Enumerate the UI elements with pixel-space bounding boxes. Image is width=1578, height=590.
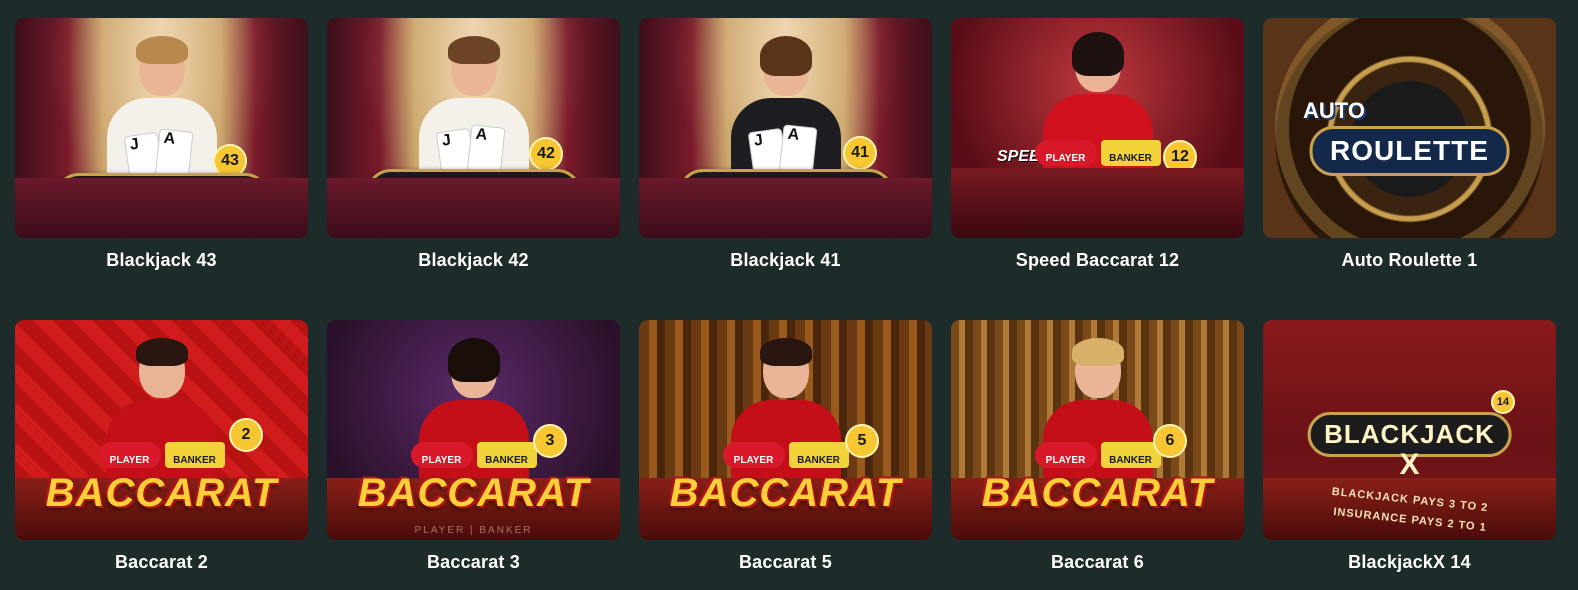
- player-banker-badges: PLAYER BANKER: [1034, 138, 1161, 168]
- table-number-badge: 5: [845, 424, 879, 458]
- game-thumbnail[interactable]: SPEED PLAYER BANKER 12 BACCARAT PLAYER |…: [951, 18, 1244, 238]
- player-banker-badges: PLAYER BANKER: [722, 440, 849, 470]
- game-thumbnail[interactable]: PLAYER BANKER 6 BACCARAT: [951, 320, 1244, 540]
- player-banker-badges: PLAYER BANKER: [1034, 440, 1161, 470]
- roulette-logo: ROULETTE: [1309, 126, 1510, 176]
- game-card-blackjack-41[interactable]: J A 41 BLACKJACK Blackjack 41: [639, 18, 932, 320]
- banker-badge: BANKER: [788, 442, 849, 468]
- banker-badge: BANKER: [164, 442, 225, 468]
- game-title[interactable]: Baccarat 3: [327, 552, 620, 573]
- banker-badge: BANKER: [1100, 140, 1161, 166]
- auto-label: AUTO: [1303, 98, 1365, 123]
- game-title[interactable]: Baccarat 5: [639, 552, 932, 573]
- player-badge: PLAYER: [410, 442, 473, 468]
- x-mark: X: [1399, 448, 1420, 481]
- game-title[interactable]: Blackjack 41: [639, 250, 932, 271]
- table-number-badge: 12: [1163, 140, 1197, 174]
- banker-badge: BANKER: [476, 442, 537, 468]
- table-number-badge: 6: [1153, 424, 1187, 458]
- player-badge: PLAYER: [1034, 140, 1097, 166]
- game-title[interactable]: Baccarat 6: [951, 552, 1244, 573]
- game-card-blackjack-42[interactable]: J A 42 BLACKJACK Blackjack 42: [327, 18, 620, 320]
- baccarat-logo: BACCARAT: [981, 471, 1214, 515]
- banker-badge: BANKER: [1100, 442, 1161, 468]
- baccarat-logo: BACCARAT: [981, 167, 1214, 211]
- blackjack-logo: BLACKJACK: [678, 169, 893, 218]
- game-title[interactable]: Baccarat 2: [15, 552, 308, 573]
- blackjack-logo: BLACKJACK: [366, 169, 581, 218]
- game-card-speed-baccarat-12[interactable]: SPEED PLAYER BANKER 12 BACCARAT PLAYER |…: [951, 18, 1244, 320]
- table-number-badge: 3: [533, 424, 567, 458]
- player-badge: PLAYER: [98, 442, 161, 468]
- game-thumbnail[interactable]: PLAYER BANKER 5 BACCARAT: [639, 320, 932, 540]
- table-number-badge: 42: [529, 137, 563, 171]
- game-thumbnail[interactable]: AUTO ROULETTE: [1263, 18, 1556, 238]
- blackjack-logo: BLACKJACK: [54, 173, 269, 222]
- game-card-baccarat-6[interactable]: PLAYER BANKER 6 BACCARAT Baccarat 6: [951, 320, 1244, 590]
- table-number-badge: 41: [843, 136, 877, 170]
- game-card-auto-roulette-1[interactable]: AUTO ROULETTE Auto Roulette 1: [1263, 18, 1556, 320]
- game-thumbnail[interactable]: J A 43 BLACKJACK: [15, 18, 308, 238]
- table-number-badge: 2: [229, 418, 263, 452]
- game-thumbnail[interactable]: J A 41 BLACKJACK: [639, 18, 932, 238]
- baccarat-logo: BACCARAT: [669, 471, 902, 515]
- felt-text: PLAYER | BANKER: [1038, 223, 1157, 234]
- game-thumbnail[interactable]: J A 42 BLACKJACK: [327, 18, 620, 238]
- felt-text: PLAYER | BANKER: [414, 525, 533, 536]
- table-number-badge: 14: [1491, 390, 1515, 414]
- game-card-blackjack-43[interactable]: J A 43 BLACKJACK Blackjack 43: [15, 18, 308, 320]
- game-card-baccarat-2[interactable]: PLAYER BANKER 2 BACCARAT Baccarat 2: [15, 320, 308, 590]
- player-banker-badges: PLAYER BANKER: [410, 440, 537, 470]
- game-grid: J A 43 BLACKJACK Blackjack 43 J A 42 BLA…: [15, 18, 1556, 590]
- game-title[interactable]: BlackjackX 14: [1263, 552, 1556, 573]
- baccarat-logo: BACCARAT: [357, 471, 590, 515]
- game-title[interactable]: Blackjack 43: [15, 250, 308, 271]
- game-thumbnail[interactable]: BLACKJACK X 14 BLACKJACK PAYS 3 TO 2 INS…: [1263, 320, 1556, 540]
- player-badge: PLAYER: [1034, 442, 1097, 468]
- game-title[interactable]: Auto Roulette 1: [1263, 250, 1556, 271]
- game-thumbnail[interactable]: PLAYER BANKER 3 BACCARAT PLAYER | BANKER: [327, 320, 620, 540]
- game-card-baccarat-3[interactable]: PLAYER BANKER 3 BACCARAT PLAYER | BANKER…: [327, 320, 620, 590]
- game-card-baccarat-5[interactable]: PLAYER BANKER 5 BACCARAT Baccarat 5: [639, 320, 932, 590]
- game-thumbnail[interactable]: PLAYER BANKER 2 BACCARAT: [15, 320, 308, 540]
- game-title[interactable]: Blackjack 42: [327, 250, 620, 271]
- baccarat-logo: BACCARAT: [45, 471, 278, 515]
- playing-cards-icon: J A: [123, 128, 197, 187]
- player-banker-badges: PLAYER BANKER: [98, 440, 225, 470]
- game-card-blackjackx-14[interactable]: BLACKJACK X 14 BLACKJACK PAYS 3 TO 2 INS…: [1263, 320, 1556, 590]
- game-title[interactable]: Speed Baccarat 12: [951, 250, 1244, 271]
- player-badge: PLAYER: [722, 442, 785, 468]
